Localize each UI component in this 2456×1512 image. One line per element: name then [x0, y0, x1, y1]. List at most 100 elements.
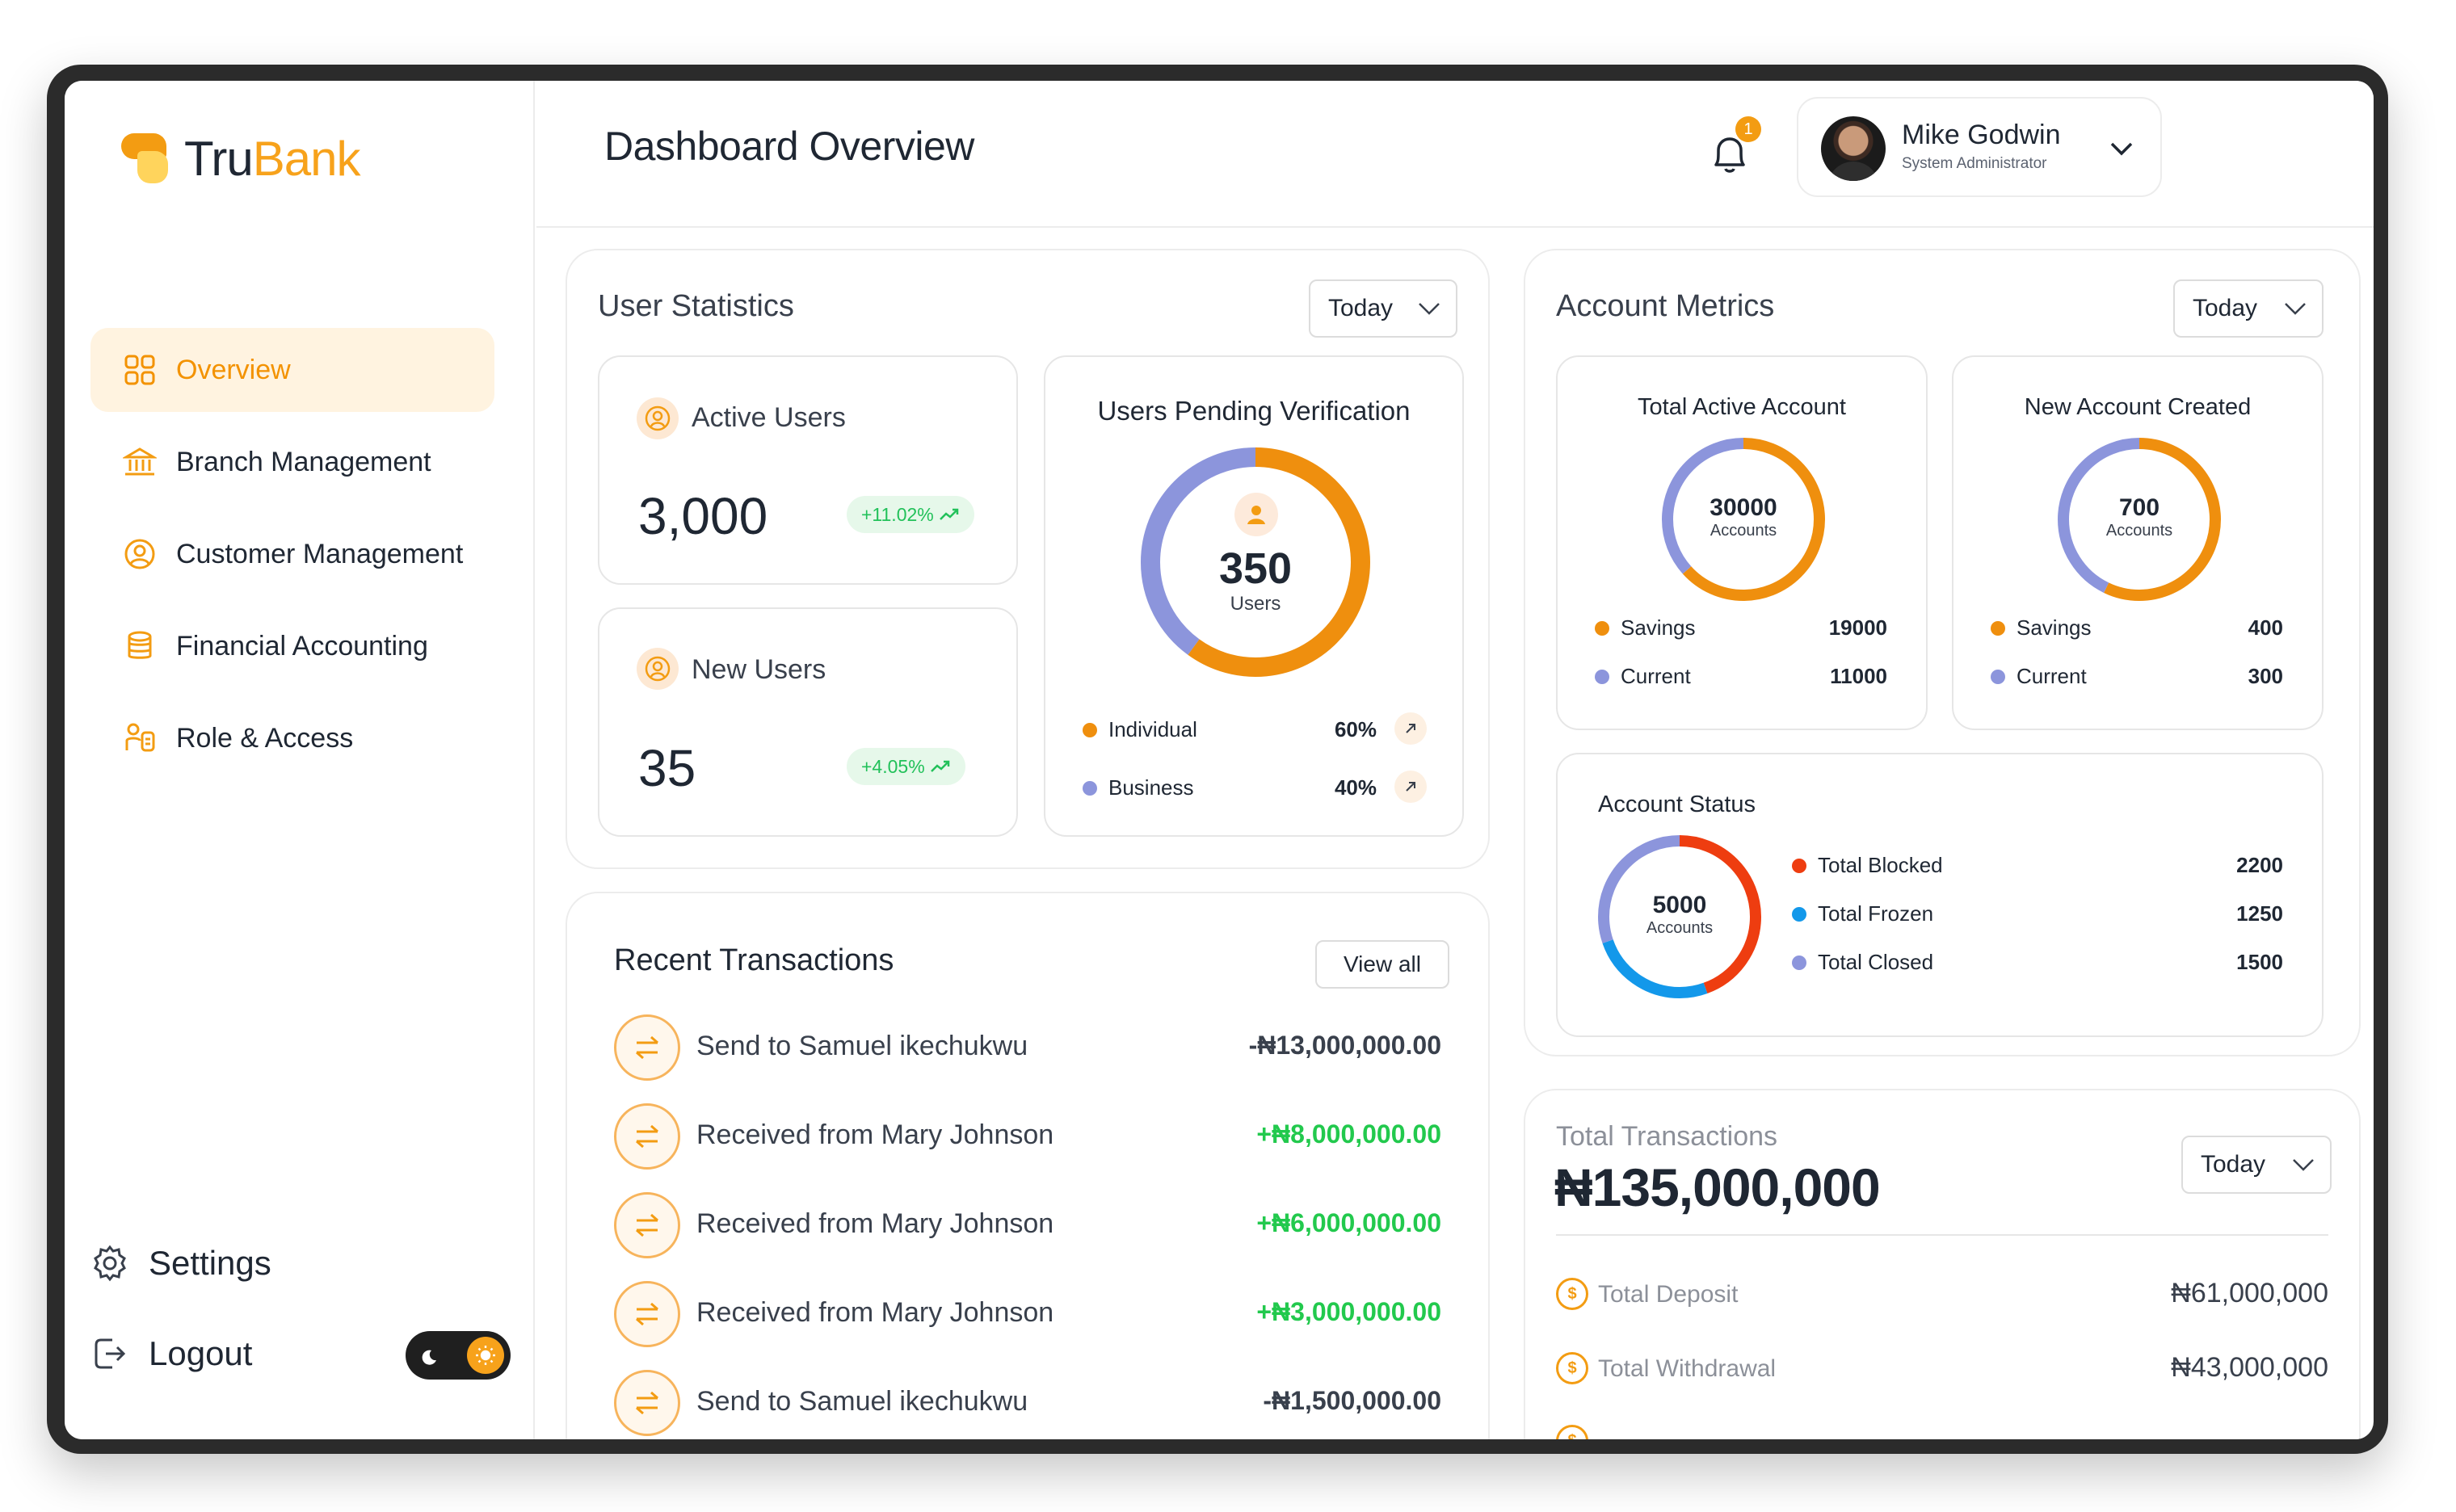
total-active-title: Total Active Account [1638, 394, 1846, 420]
transaction-row[interactable]: Send to Samuel ikechukwu -₦13,000,000.00 [614, 1014, 1441, 1082]
period-value: Today [2193, 295, 2258, 321]
user-statistics-card: User Statistics Today Active Users 3,000… [566, 249, 1490, 869]
coin-icon: $ [1556, 1278, 1588, 1310]
total-transactions-period-select[interactable]: Today [2181, 1136, 2332, 1194]
transaction-label: Send to Samuel ikechukwu [696, 1386, 1028, 1417]
app-screen: TruBank Overview Branch Management Custo… [65, 81, 2374, 1439]
transaction-label: Send to Samuel ikechukwu [696, 1031, 1028, 1061]
active-users-change-badge: +11.02% [847, 496, 974, 533]
period-value: Today [1328, 295, 1394, 321]
user-icon [637, 397, 679, 439]
account-metrics-period-select[interactable]: Today [2173, 279, 2324, 338]
moon-icon [420, 1336, 438, 1375]
theme-toggle[interactable] [406, 1331, 511, 1380]
total-active-center: 30000 Accounts [1659, 494, 1828, 540]
legend-label: Total Closed [1818, 950, 1934, 974]
closed-value: 1500 [2236, 950, 2283, 974]
coin-icon: $ [1556, 1425, 1588, 1439]
settings-label: Settings [149, 1244, 271, 1282]
total-transactions-card: Total Transactions ₦135,000,000 Today $ … [1524, 1089, 2361, 1439]
total-deposit-value: ₦61,000,000 [2171, 1278, 2328, 1308]
transfer-icon [614, 1014, 680, 1081]
chevron-down-icon [2283, 299, 2307, 320]
frozen-dot [1792, 906, 1806, 922]
individual-dot [1083, 722, 1097, 737]
total-deposit-label: Total Deposit [1598, 1281, 1739, 1308]
logout-link[interactable]: Logout [90, 1308, 511, 1399]
pending-center: 350 Users [1134, 544, 1377, 615]
account-status-value: 5000 [1652, 892, 1707, 918]
new-users-card: New Users 35 +4.05% [598, 607, 1018, 837]
legend-label: Savings [2017, 615, 2092, 640]
transaction-label: Received from Mary Johnson [696, 1119, 1054, 1150]
sidebar-item-label: Overview [176, 354, 291, 385]
sidebar-item-branch-management[interactable]: Branch Management [90, 420, 494, 504]
current-legend: Current [1991, 664, 2087, 689]
current-value: 11000 [1830, 664, 1887, 688]
savings-value: 400 [2248, 615, 2283, 640]
transfer-icon [614, 1192, 680, 1258]
blocked-dot [1792, 858, 1806, 873]
transaction-amount: -₦1,500,000.00 [1263, 1386, 1441, 1415]
new-account-center: 700 Accounts [2054, 494, 2224, 540]
legend-label: Business [1108, 775, 1194, 800]
recent-transactions-card: Recent Transactions View all Send to Sam… [566, 892, 1490, 1439]
user-menu[interactable]: Mike Godwin System Administrator [1797, 97, 2162, 197]
business-legend: Business [1083, 775, 1194, 800]
logout-label: Logout [149, 1334, 253, 1372]
transfer-icon [614, 1281, 680, 1347]
user-circle-icon [123, 537, 157, 571]
closed-legend: Total Closed [1792, 950, 1933, 975]
savings-legend: Savings [1991, 615, 2092, 640]
user-statistics-period-select[interactable]: Today [1309, 279, 1457, 338]
savings-dot [1991, 620, 2005, 636]
settings-link[interactable]: Settings [90, 1218, 511, 1308]
active-users-label: Active Users [692, 402, 846, 433]
pending-verification-card: Users Pending Verification 350 Users Ind… [1044, 355, 1464, 837]
current-value: 300 [2248, 664, 2283, 688]
transaction-row[interactable]: Received from Mary Johnson +₦6,000,000.0… [614, 1192, 1441, 1260]
account-status-unit: Accounts [1646, 919, 1714, 937]
new-account-created-card: New Account Created 700 Accounts Savings… [1952, 355, 2324, 730]
sidebar-nav: Overview Branch Management Customer Mana… [90, 328, 494, 788]
sidebar-item-role-access[interactable]: Role & Access [90, 696, 494, 780]
chevron-down-icon [2291, 1155, 2315, 1176]
sidebar-item-customer-management[interactable]: Customer Management [90, 512, 494, 596]
pending-unit: Users [1230, 593, 1281, 615]
current-legend: Current [1595, 664, 1691, 689]
chevron-down-icon [1417, 299, 1441, 320]
legend-label: Individual [1108, 717, 1197, 741]
current-dot [1991, 669, 2005, 684]
arrow-up-right-icon[interactable] [1394, 712, 1427, 745]
arrow-up-right-icon[interactable] [1394, 771, 1427, 803]
transaction-row[interactable]: Received from Mary Johnson +₦8,000,000.0… [614, 1103, 1441, 1171]
transaction-amount: +₦6,000,000.00 [1256, 1208, 1441, 1237]
user-icon [1234, 493, 1278, 536]
sidebar-item-overview[interactable]: Overview [90, 328, 494, 412]
avatar [1821, 116, 1886, 181]
user-role: System Administrator [1902, 155, 2047, 172]
bank-icon [123, 445, 157, 479]
legend-label: Current [2017, 664, 2087, 688]
view-all-button[interactable]: View all [1315, 940, 1449, 989]
transaction-row[interactable]: Received from Mary Johnson +₦3,000,000.0… [614, 1281, 1441, 1349]
sidebar-item-financial-accounting[interactable]: Financial Accounting [90, 604, 494, 688]
brand-name: TruBank [184, 132, 361, 186]
transaction-row[interactable]: Send to Samuel ikechukwu -₦1,500,000.00 [614, 1370, 1441, 1438]
trend-up-icon [939, 508, 958, 520]
legend-label: Savings [1621, 615, 1696, 640]
savings-dot [1595, 620, 1609, 636]
frozen-legend: Total Frozen [1792, 901, 1933, 926]
chevron-down-icon [2105, 132, 2138, 165]
individual-percent: 60% [1334, 717, 1377, 741]
total-active-account-card: Total Active Account 30000 Accounts Savi… [1556, 355, 1928, 730]
top-bar: Dashboard Overview 1 Mike Godwin System … [536, 81, 2374, 228]
legend-label: Current [1621, 664, 1691, 688]
brand-logo[interactable]: TruBank [121, 131, 361, 187]
role-icon [123, 721, 157, 755]
sun-icon [467, 1337, 504, 1374]
change-value: +4.05% [861, 755, 925, 777]
blocked-legend: Total Blocked [1792, 853, 1943, 878]
transaction-amount: +₦3,000,000.00 [1256, 1297, 1441, 1326]
current-dot [1595, 669, 1609, 684]
